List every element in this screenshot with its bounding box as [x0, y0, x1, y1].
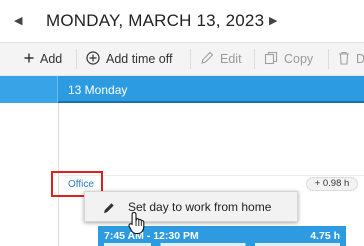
set-work-from-home-menu-item[interactable]: Set day to work from home [85, 192, 297, 221]
add-time-off-label: Add time off [106, 52, 173, 66]
add-button-label: Add [40, 52, 63, 66]
hand-pointer-cursor-icon [128, 211, 148, 235]
hours-difference-badge: + 0.98 h [306, 177, 358, 191]
edit-button-label: Edit [220, 52, 242, 66]
edit-button[interactable]: Edit [200, 43, 242, 75]
toolbar-divider [254, 49, 255, 69]
copy-button-label: Copy [284, 52, 314, 66]
next-day-arrow-icon[interactable]: ▶ [269, 13, 283, 29]
trash-icon [338, 51, 350, 68]
day-column-header: 13 Monday [0, 76, 364, 103]
shift-hours: 4.75 h [310, 230, 340, 242]
delete-button[interactable]: D [338, 43, 364, 75]
page-title: MONDAY, MARCH 13, 2023 [46, 11, 265, 30]
date-navigation: ◀ MONDAY, MARCH 13, 2023 ▶ [0, 0, 364, 42]
plus-icon [24, 52, 34, 66]
time-gutter-header [0, 76, 58, 103]
grid-line [58, 175, 364, 176]
context-menu: Set day to work from home [84, 191, 298, 222]
pencil-icon [103, 201, 115, 213]
delete-button-label: D [356, 52, 364, 66]
day-column-label: 13 Monday [68, 83, 128, 97]
add-time-off-button[interactable]: Add time off [86, 43, 172, 75]
shift-time-range: 7:45 AM - 12:30 PM [104, 230, 199, 242]
copy-button[interactable]: Copy [264, 43, 313, 75]
pencil-icon [200, 51, 214, 68]
toolbar-divider [76, 49, 77, 69]
add-button[interactable]: Add [24, 43, 62, 75]
circle-plus-icon [86, 50, 100, 68]
copy-icon [264, 51, 278, 68]
menu-item-label: Set day to work from home [128, 200, 272, 214]
toolbar-divider [190, 49, 191, 69]
toolbar: Add Add time off Edit Copy D [0, 42, 364, 76]
previous-day-arrow-icon[interactable]: ◀ [14, 13, 28, 29]
toolbar-divider [328, 49, 329, 69]
